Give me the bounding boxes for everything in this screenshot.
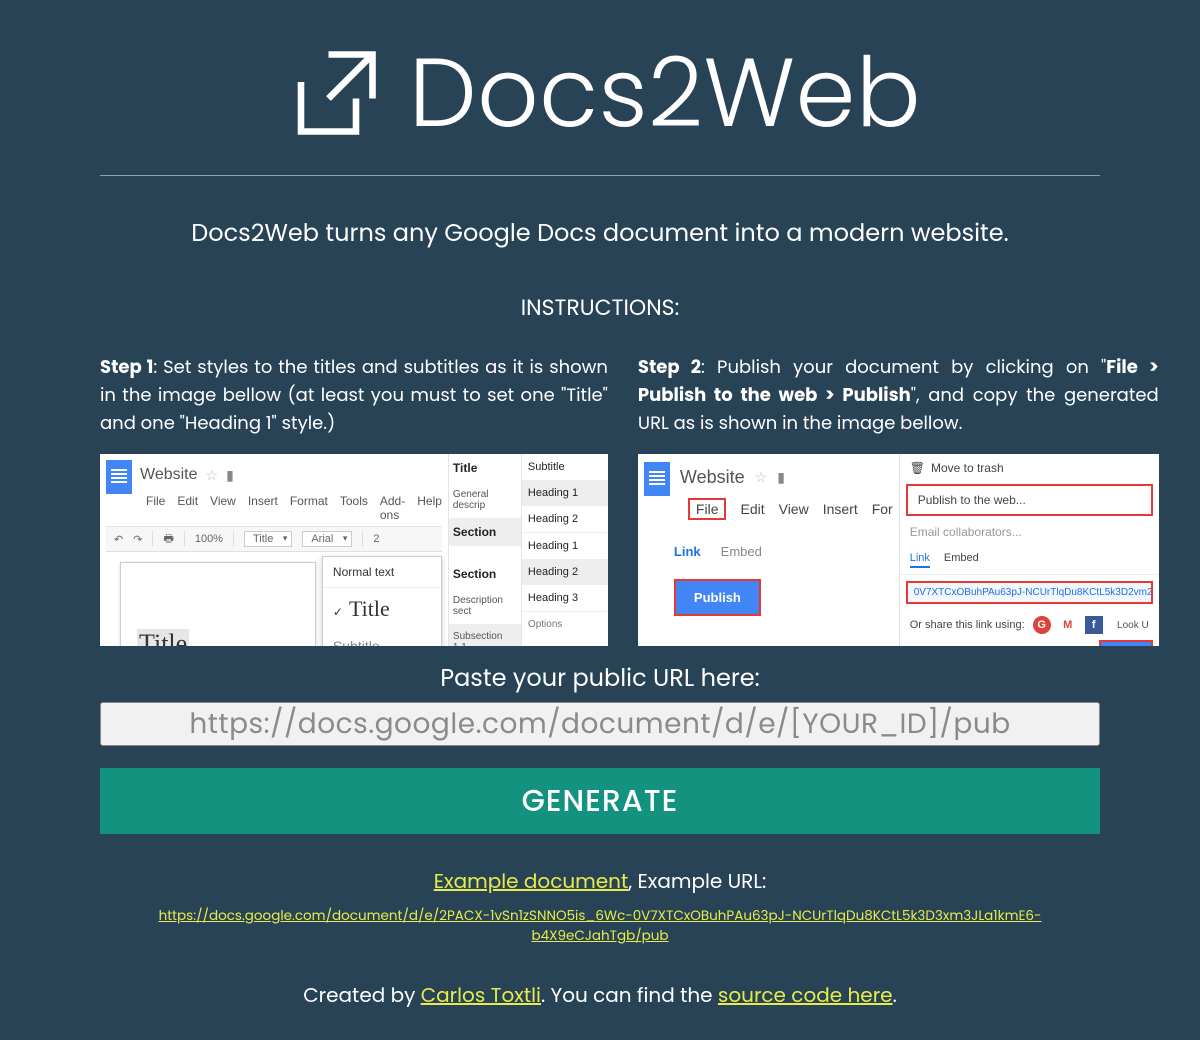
example-line: Example document, Example URL: (100, 866, 1100, 896)
facebook-icon: f (1085, 616, 1103, 634)
tagline: Docs2Web turns any Google Docs document … (100, 216, 1100, 251)
folder-icon: ▮ (777, 469, 785, 486)
header: Docs2Web (100, 20, 1100, 165)
styles-panel: Subtitle Heading 1 Heading 2 Heading 1 H… (521, 454, 608, 646)
generate-button[interactable]: GENERATE (100, 768, 1100, 834)
example-url-link[interactable]: https://docs.google.com/document/d/e/2PA… (159, 906, 1042, 945)
outline-panel: Title General descrip Section Section De… (449, 454, 521, 646)
star-icon: ☆ (206, 467, 219, 484)
google-plus-icon: G (1033, 616, 1051, 634)
divider (100, 175, 1100, 176)
toolbar: ↶↷ 🖶 100% Title Arial 2 (106, 526, 442, 552)
menu-bar: FileEdit ViewInsert FormatTools Add-onsH… (146, 494, 442, 522)
url-input[interactable] (100, 702, 1100, 746)
copy-highlight: Copy (1099, 640, 1153, 646)
font-dropdown: Arial (302, 531, 352, 547)
doc-title: Website (680, 467, 745, 488)
publish-menu-highlight: Publish to the web... (906, 484, 1153, 516)
example-url: https://docs.google.com/document/d/e/2PA… (100, 906, 1100, 946)
step-1: Step 1: Set styles to the titles and sub… (100, 354, 608, 646)
right-panel: 🗑Move to trash Publish to the web... Ema… (899, 454, 1159, 646)
source-code-link[interactable]: source code here (718, 981, 893, 1009)
styles-popup: Normal text Title Subtitle (322, 556, 442, 646)
instructions-heading: INSTRUCTIONS: (100, 291, 1100, 324)
url-highlight: 0V7XTCxOBuhPAu63pJ-NCUrTlqDu8KCtL5k3D2vm… (906, 581, 1153, 604)
step-1-text: Step 1: Set styles to the titles and sub… (100, 354, 608, 444)
author-link[interactable]: Carlos Toxtli (421, 981, 541, 1009)
step-2-screenshot: Website ☆ ▮ File EditView InsertFor Link… (638, 454, 1159, 646)
menu-bar: File EditView InsertFor (688, 498, 893, 520)
publish-tabs: Link Embed (674, 544, 893, 559)
step-2: Step 2: Publish your document by clickin… (638, 354, 1159, 646)
credits: Created by Carlos Toxtli. You can find t… (100, 980, 1100, 1010)
star-icon: ☆ (755, 469, 768, 486)
style-dropdown: Title (244, 531, 292, 547)
docs-icon (106, 460, 132, 494)
docs-icon (644, 462, 670, 496)
brand-name: Docs2Web (409, 20, 921, 165)
trash-icon: 🗑 (910, 461, 925, 475)
file-highlight: File (688, 498, 727, 520)
external-link-icon (279, 38, 389, 148)
paste-label: Paste your public URL here: (100, 661, 1100, 696)
folder-icon: ▮ (226, 467, 234, 484)
step-1-screenshot: Website ☆ ▮ FileEdit ViewInsert FormatTo… (100, 454, 608, 646)
doc-title: Website (140, 466, 198, 484)
doc-page: Title (120, 562, 316, 646)
example-document-link[interactable]: Example document (434, 867, 628, 895)
gmail-icon: M (1059, 616, 1077, 634)
steps-row: Step 1: Set styles to the titles and sub… (100, 354, 1100, 646)
step-2-text: Step 2: Publish your document by clickin… (638, 354, 1159, 444)
publish-button: Publish (674, 579, 761, 616)
